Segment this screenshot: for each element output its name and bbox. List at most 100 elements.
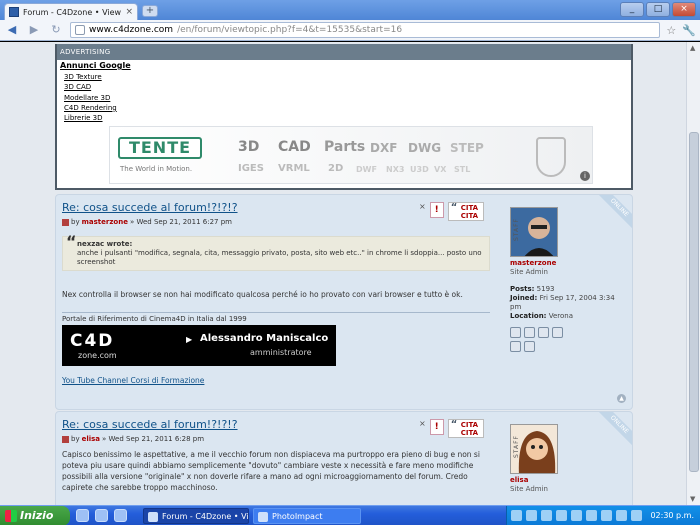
back-arrow-icon[interactable]: ◀ (4, 22, 20, 38)
signature-line: Portale di Riferimento di Cinema4D in It… (62, 312, 490, 323)
tente-logo: TENTE (118, 137, 202, 159)
ad-links: Annunci Google 3D Texture 3D CAD Modella… (57, 60, 631, 124)
profile-name[interactable]: elisa (510, 476, 628, 485)
banner-word: DXF (370, 141, 398, 155)
profile-rank: Site Admin (510, 268, 548, 276)
tray-icon[interactable] (631, 510, 642, 521)
back-to-top-icon[interactable]: ▲ (617, 394, 626, 403)
signature-role: amministratore (250, 348, 312, 357)
tray-icon[interactable] (511, 510, 522, 521)
post-by: by (71, 218, 80, 226)
msn-icon[interactable] (524, 341, 535, 352)
author-profile: STAFF masterzone Site Admin Posts: 5193 … (510, 207, 628, 352)
tray-icon[interactable] (526, 510, 537, 521)
tray-icon[interactable] (556, 510, 567, 521)
quote-text: anche i pulsanti "modifica, segnala, cit… (77, 249, 482, 266)
ad-link-librerie-3d[interactable]: Librerie 3D (64, 113, 628, 123)
address-bar[interactable]: www.c4dzone.com/en/forum/viewtopic.php?f… (70, 22, 661, 38)
scroll-up-arrow-icon[interactable]: ▲ (690, 44, 695, 52)
play-arrow-icon: ▶ (186, 335, 193, 344)
tray-icon[interactable] (571, 510, 582, 521)
taskbar-item-photoimpact[interactable]: PhotoImpact (253, 508, 361, 524)
tente-banner[interactable]: TENTE The World in Motion. 3D CAD Parts … (109, 126, 593, 184)
ad-link-3d-texture[interactable]: 3D Texture (64, 72, 628, 82)
profile-joined: Joined: Fri Sep 17, 2004 3:34 pm (510, 294, 615, 311)
tab-close-icon[interactable]: × (125, 7, 133, 17)
signature-banner[interactable]: C4D zone.com ▶ Alessandro Maniscalco amm… (62, 325, 336, 366)
tray-icon[interactable] (601, 510, 612, 521)
quick-launch-icon[interactable] (114, 509, 127, 522)
window-controls: _ □ × (620, 2, 696, 17)
new-tab-button[interactable]: + (142, 5, 158, 17)
post-masterzone: Re: cosa succede al forum!?!?!? by maste… (55, 194, 633, 410)
ad-info-icon[interactable]: i (580, 171, 590, 181)
advertising-box: ADVERTISING Annunci Google 3D Texture 3D… (55, 44, 633, 190)
profile-posts: Posts: 5193 (510, 285, 555, 293)
ad-header: ADVERTISING (57, 44, 631, 60)
favicon-icon (9, 7, 19, 17)
page-viewport: ADVERTISING Annunci Google 3D Texture 3D… (0, 42, 686, 505)
post-author[interactable]: elisa (82, 435, 100, 443)
tray-icon[interactable] (541, 510, 552, 521)
ad-title[interactable]: Annunci Google (60, 61, 628, 70)
quote-button[interactable]: “ CITA CITA (447, 419, 484, 438)
quote-icon: “ (450, 202, 458, 213)
avatar[interactable]: STAFF (510, 424, 558, 474)
banner-word: VX (434, 165, 447, 174)
tray-icon[interactable] (616, 510, 627, 521)
browser-tab[interactable]: Forum - C4Dzone • View topic × (4, 3, 138, 20)
browser-titlebar: Forum - C4Dzone • View topic × + _ □ × (0, 0, 700, 20)
profile-icon[interactable] (524, 327, 535, 338)
quick-launch (76, 509, 127, 522)
quick-launch-icon[interactable] (76, 509, 89, 522)
bookmark-star-icon[interactable]: ☆ (666, 24, 676, 37)
scroll-down-arrow-icon[interactable]: ▼ (690, 495, 695, 503)
page-icon (75, 25, 85, 35)
website-icon[interactable] (510, 341, 521, 352)
tray-icon[interactable] (586, 510, 597, 521)
private-message-icon[interactable] (510, 327, 521, 338)
banner-word: U3D (410, 165, 429, 174)
cita-label: CITA (460, 421, 479, 429)
post-actions: × ! “ CITA CITA (419, 202, 484, 221)
clock[interactable]: 02:30 p.m. (650, 506, 694, 525)
avatar[interactable]: STAFF (510, 207, 558, 257)
minimize-button[interactable]: _ (620, 2, 644, 17)
youtube-channel-link[interactable]: You Tube Channel Corsi di Formazione (62, 376, 490, 385)
vertical-scrollbar[interactable]: ▲ ▼ (686, 42, 700, 505)
staff-label: STAFF (513, 218, 520, 242)
quick-launch-icon[interactable] (95, 509, 108, 522)
ad-link-modellare-3d[interactable]: Modellare 3D (64, 93, 628, 103)
banner-word: DWF (356, 165, 377, 174)
maximize-button[interactable]: □ (646, 2, 670, 17)
taskbar-item-forum[interactable]: Forum - C4Dzone • Vi... (143, 508, 249, 524)
wrench-menu-icon[interactable]: 🔧 (682, 24, 696, 37)
delete-x-icon[interactable]: × (419, 419, 426, 428)
email-icon[interactable] (552, 327, 563, 338)
scrollbar-thumb[interactable] (689, 132, 699, 472)
report-button[interactable]: ! (429, 419, 444, 435)
report-button[interactable]: ! (429, 202, 444, 218)
ad-link-c4d-rendering[interactable]: C4D Rendering (64, 103, 628, 113)
post-date: » Wed Sep 21, 2011 6:28 pm (102, 435, 205, 443)
reload-icon[interactable]: ↻ (48, 22, 64, 38)
delete-x-icon[interactable]: × (419, 202, 426, 211)
profile-name[interactable]: masterzone (510, 259, 628, 268)
close-window-button[interactable]: × (672, 2, 696, 17)
tente-tagline: The World in Motion. (120, 165, 193, 173)
forward-arrow-icon[interactable]: ▶ (26, 22, 42, 38)
banner-word: Parts (324, 139, 366, 155)
banner-word: STEP (450, 141, 484, 155)
start-button[interactable]: Inizio (0, 506, 70, 525)
post-text: Nex controlla il browser se non hai modi… (62, 290, 463, 299)
banner-word: DWG (408, 141, 442, 155)
skype-icon[interactable] (538, 327, 549, 338)
profile-location: Location: Verona (510, 312, 574, 320)
chrome-icon (148, 512, 158, 522)
post-author[interactable]: masterzone (82, 218, 128, 226)
post-body: Re: cosa succede al forum!?!?!? by maste… (62, 201, 490, 385)
ad-link-3d-cad[interactable]: 3D CAD (64, 82, 628, 92)
quote-button[interactable]: “ CITA CITA (447, 202, 484, 221)
post-text: Capisco benissimo le aspettative, a me i… (62, 450, 480, 492)
system-tray: 02:30 p.m. (506, 506, 700, 525)
